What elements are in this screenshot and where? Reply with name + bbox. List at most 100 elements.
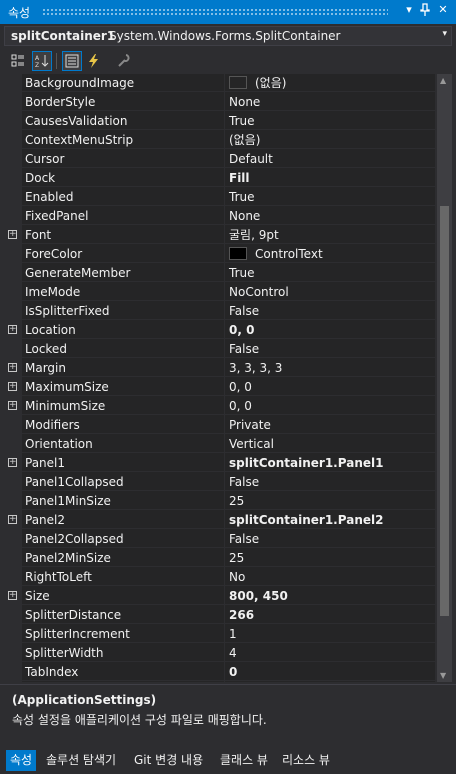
property-row[interactable]: + Size 800, 450 <box>4 587 435 606</box>
property-row[interactable]: Dock Fill <box>4 169 435 188</box>
property-value[interactable]: 800, 450 <box>225 587 435 605</box>
tab-4[interactable]: 리소스 뷰 <box>278 750 334 771</box>
property-value[interactable]: NoControl <box>225 283 435 301</box>
tab-2[interactable]: Git 변경 내용 <box>130 750 207 771</box>
close-icon[interactable]: ✕ <box>436 3 450 19</box>
property-value[interactable]: 4 <box>225 644 435 662</box>
pin-icon[interactable] <box>418 3 432 19</box>
property-row[interactable]: ContextMenuStrip (없음) <box>4 131 435 150</box>
property-value-text: 4 <box>229 646 237 660</box>
categorized-button[interactable] <box>8 51 28 71</box>
property-row[interactable]: FixedPanel None <box>4 207 435 226</box>
expand-icon[interactable]: + <box>8 401 17 410</box>
alphabetical-icon: AZ <box>35 55 49 68</box>
property-value[interactable]: No <box>225 568 435 586</box>
events-button[interactable] <box>84 51 104 71</box>
property-name: GenerateMember <box>22 264 224 282</box>
property-value[interactable]: None <box>225 207 435 225</box>
expand-icon[interactable]: + <box>8 591 17 600</box>
chevron-down-icon[interactable]: ▾ <box>442 29 447 39</box>
tab-3[interactable]: 클래스 뷰 <box>216 750 272 771</box>
property-row[interactable]: SplitterIncrement 1 <box>4 625 435 644</box>
property-value[interactable]: True <box>225 188 435 206</box>
scrollbar-thumb[interactable] <box>440 206 449 616</box>
property-row[interactable]: Cursor Default <box>4 150 435 169</box>
property-value[interactable]: 0, 0 <box>225 321 435 339</box>
window-menu-dropdown-icon[interactable]: ▾ <box>402 3 416 19</box>
property-value[interactable]: 0 <box>225 663 435 681</box>
property-value[interactable]: False <box>225 473 435 491</box>
properties-button[interactable] <box>62 51 82 71</box>
property-row[interactable]: BackgroundImage (없음) <box>4 74 435 93</box>
property-row[interactable]: GenerateMember True <box>4 264 435 283</box>
tab-0[interactable]: 속성 <box>6 750 37 771</box>
property-row[interactable]: Panel2Collapsed False <box>4 530 435 549</box>
properties-toolbar: AZ <box>4 50 452 72</box>
property-value[interactable]: splitContainer1.Panel2 <box>225 511 435 529</box>
expand-icon[interactable]: + <box>8 230 17 239</box>
expand-icon[interactable]: + <box>8 458 17 467</box>
object-selector[interactable]: splitContainer1 System.Windows.Forms.Spl… <box>4 26 452 46</box>
property-value[interactable]: 1 <box>225 625 435 643</box>
property-name: Location <box>22 321 224 339</box>
property-value[interactable]: True <box>225 264 435 282</box>
property-value[interactable]: True <box>225 112 435 130</box>
property-row[interactable]: Panel1Collapsed False <box>4 473 435 492</box>
property-row[interactable]: Locked False <box>4 340 435 359</box>
property-row[interactable]: ForeColor ControlText <box>4 245 435 264</box>
property-value[interactable]: False <box>225 530 435 548</box>
row-gutter <box>4 549 22 568</box>
alphabetical-button[interactable]: AZ <box>32 51 52 71</box>
vertical-scrollbar[interactable]: ▲ ▼ <box>437 74 452 682</box>
property-value[interactable]: Private <box>225 416 435 434</box>
property-row[interactable]: + MinimumSize 0, 0 <box>4 397 435 416</box>
property-row[interactable]: SplitterDistance 266 <box>4 606 435 625</box>
property-row[interactable]: Orientation Vertical <box>4 435 435 454</box>
property-row[interactable]: CausesValidation True <box>4 112 435 131</box>
property-row[interactable]: + Panel2 splitContainer1.Panel2 <box>4 511 435 530</box>
property-value[interactable]: Fill <box>225 169 435 187</box>
scroll-down-icon[interactable]: ▼ <box>440 671 446 680</box>
property-row[interactable]: + Margin 3, 3, 3, 3 <box>4 359 435 378</box>
property-value[interactable]: Default <box>225 150 435 168</box>
property-row[interactable]: Modifiers Private <box>4 416 435 435</box>
property-row[interactable]: SplitterWidth 4 <box>4 644 435 663</box>
expand-icon[interactable]: + <box>8 382 17 391</box>
property-value[interactable]: 25 <box>225 492 435 510</box>
property-value[interactable]: ControlText <box>225 245 435 263</box>
expand-icon[interactable]: + <box>8 515 17 524</box>
property-value[interactable]: 0, 0 <box>225 397 435 415</box>
property-value[interactable]: 266 <box>225 606 435 624</box>
property-row[interactable]: RightToLeft No <box>4 568 435 587</box>
property-value[interactable]: None <box>225 93 435 111</box>
property-row[interactable]: + Font 굴림, 9pt <box>4 226 435 245</box>
row-gutter <box>4 188 22 207</box>
property-row[interactable]: + Panel1 splitContainer1.Panel1 <box>4 454 435 473</box>
property-row[interactable]: Enabled True <box>4 188 435 207</box>
property-row[interactable]: + MaximumSize 0, 0 <box>4 378 435 397</box>
tab-1[interactable]: 솔루션 탐색기 <box>42 750 120 771</box>
property-value[interactable]: 3, 3, 3, 3 <box>225 359 435 377</box>
property-row[interactable]: Panel2MinSize 25 <box>4 549 435 568</box>
property-value[interactable]: splitContainer1.Panel1 <box>225 454 435 472</box>
property-row[interactable]: Panel1MinSize 25 <box>4 492 435 511</box>
property-value[interactable]: 25 <box>225 549 435 567</box>
expand-icon[interactable]: + <box>8 325 17 334</box>
property-value[interactable]: 굴림, 9pt <box>225 226 435 244</box>
property-name: SplitterDistance <box>22 606 224 624</box>
expand-icon[interactable]: + <box>8 363 17 372</box>
property-pages-button[interactable] <box>114 51 134 71</box>
property-value[interactable]: (없음) <box>225 74 435 92</box>
row-gutter: + <box>4 321 22 340</box>
property-value[interactable]: Vertical <box>225 435 435 453</box>
property-value[interactable]: (없음) <box>225 131 435 149</box>
property-value[interactable]: False <box>225 340 435 358</box>
property-row[interactable]: IsSplitterFixed False <box>4 302 435 321</box>
property-row[interactable]: + Location 0, 0 <box>4 321 435 340</box>
scroll-up-icon[interactable]: ▲ <box>440 76 446 85</box>
property-value[interactable]: False <box>225 302 435 320</box>
property-row[interactable]: ImeMode NoControl <box>4 283 435 302</box>
property-value[interactable]: 0, 0 <box>225 378 435 396</box>
property-row[interactable]: TabIndex 0 <box>4 663 435 682</box>
property-row[interactable]: BorderStyle None <box>4 93 435 112</box>
